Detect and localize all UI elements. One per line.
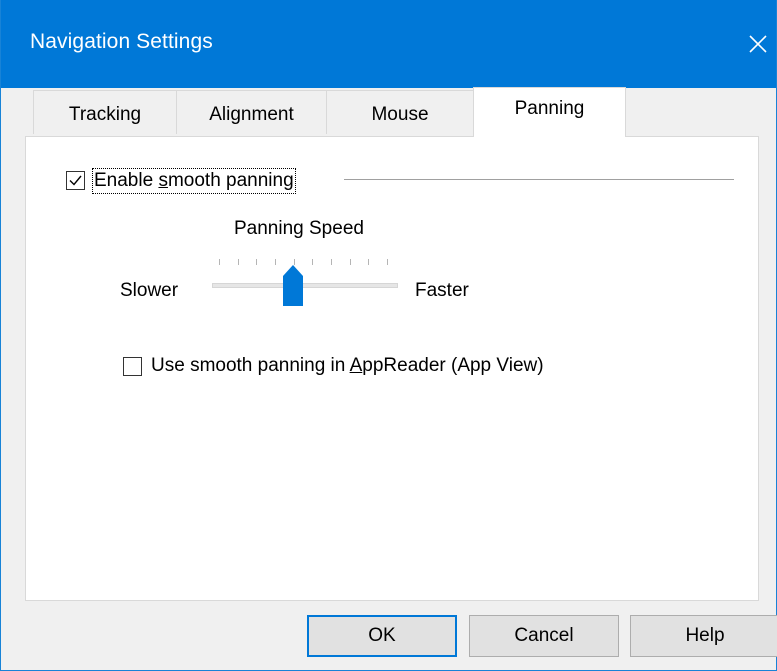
panning-speed-slider[interactable] [212,283,398,288]
enable-smooth-panning-checkbox[interactable] [66,171,85,190]
slider-tick [331,259,332,265]
slider-tick [350,259,351,265]
appreader-label-pre: Use smooth panning in [151,355,350,376]
tab-alignment[interactable]: Alignment [176,90,327,134]
cancel-button[interactable]: Cancel [469,615,619,657]
appreader-smooth-panning-label[interactable]: Use smooth panning in AppReader (App Vie… [151,355,544,377]
navigation-settings-dialog: Navigation Settings Tracking Alignment M… [0,0,777,671]
tab-tracking[interactable]: Tracking [33,90,177,134]
slider-tick [256,259,257,265]
panning-speed-label: Panning Speed [234,218,364,239]
slower-label: Slower [120,280,179,301]
enable-label-post: mooth panning [167,170,294,191]
title-bar: Navigation Settings [1,0,776,88]
appreader-label-post: ppReader (App View) [362,355,544,376]
tab-mouse[interactable]: Mouse [326,90,474,134]
slider-thumb[interactable] [282,264,304,307]
slider-tick [275,259,276,265]
tab-panning[interactable]: Panning [473,87,626,137]
close-icon [749,35,767,53]
enable-label-pre: Enable [94,170,159,191]
slider-tick [387,259,388,265]
slider-tick [238,259,239,265]
slider-tick [368,259,369,265]
checkmark-icon [69,175,82,186]
enable-smooth-panning-label[interactable]: Enable smooth panning [92,168,296,194]
group-separator [344,179,734,180]
ok-button[interactable]: OK [307,615,457,657]
help-button[interactable]: Help [630,615,777,657]
slider-tick [312,259,313,265]
slider-tick [219,259,220,265]
appreader-label-mnemonic: A [349,355,363,376]
enable-label-mnemonic: s [158,170,168,191]
appreader-smooth-panning-checkbox[interactable] [123,357,142,376]
close-button[interactable] [740,26,776,62]
window-title: Navigation Settings [30,30,213,53]
faster-label: Faster [415,280,469,301]
